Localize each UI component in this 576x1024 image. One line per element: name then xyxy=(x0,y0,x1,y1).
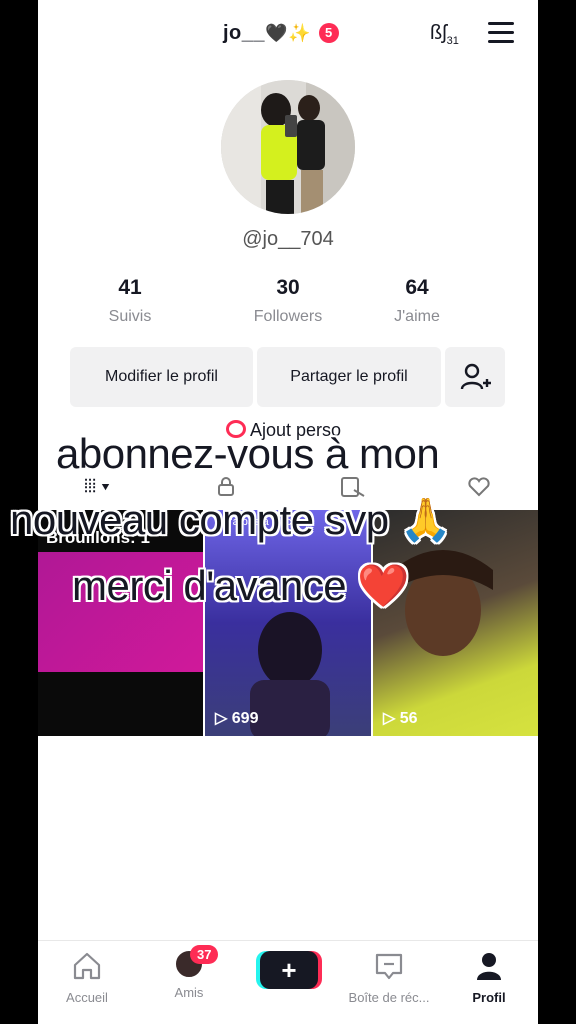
nav-home-label: Accueil xyxy=(66,990,108,1005)
drafts-tile[interactable]: Brouillons: 1 xyxy=(38,510,203,736)
person-icon xyxy=(477,953,501,980)
nav-profile[interactable]: Profil xyxy=(444,951,534,1005)
stat-likes-value: 64 xyxy=(405,276,429,299)
stat-likes-label: J'aime xyxy=(394,308,440,325)
profile-screen: jo__🖤✨ 5 ßʃ31 @jo__704 41 Suivis 30 Foll… xyxy=(38,0,538,1024)
play-icon: ▷ xyxy=(215,710,228,727)
username-button[interactable]: jo__🖤✨ 5 xyxy=(223,22,339,45)
video-tile[interactable]: y'a pas à discuter ▷ 699 xyxy=(205,510,371,736)
video-thumbnail xyxy=(393,550,493,656)
create-button[interactable]: + xyxy=(260,951,318,989)
video-tile[interactable]: ▷ 56 xyxy=(373,510,538,736)
stat-followers-value: 30 xyxy=(276,276,300,299)
nav-inbox[interactable]: Boîte de réc... xyxy=(344,951,434,1005)
add-bio-link[interactable]: Ajout perso xyxy=(250,420,341,441)
account-notification-badge: 5 xyxy=(318,23,339,43)
friends-badge: 37 xyxy=(190,945,219,964)
add-friend-button[interactable] xyxy=(445,347,505,407)
tab-liked[interactable] xyxy=(466,476,492,503)
share-profile-button[interactable]: Partager le profil xyxy=(257,347,441,407)
username-emojis: 🖤✨ xyxy=(265,23,311,43)
drafts-label: Brouillons: 1 xyxy=(46,528,150,547)
nav-home[interactable]: Accueil xyxy=(42,951,132,1005)
stat-following[interactable]: 41 Suivis xyxy=(75,276,185,326)
nav-inbox-label: Boîte de réc... xyxy=(348,990,430,1005)
username-text: jo__ xyxy=(223,22,266,44)
lock-icon xyxy=(218,477,234,496)
view-count: ▷ 56 xyxy=(383,708,418,728)
stat-followers-label: Followers xyxy=(253,308,323,325)
inbox-icon xyxy=(375,953,403,980)
bottom-navigation: Accueil Amis 37 + Boîte de réc... Profil xyxy=(38,940,538,1024)
creator-tools-glyph: ßʃ xyxy=(430,22,447,44)
stat-likes[interactable]: 64 J'aime xyxy=(362,276,472,326)
view-count: ▷ 699 xyxy=(215,708,258,728)
grid-icon: ⦙⦙⦙ xyxy=(84,476,97,496)
repost-hidden-icon xyxy=(341,477,365,497)
add-bio-icon xyxy=(226,420,246,438)
heart-hidden-icon xyxy=(468,477,490,497)
profile-handle: @jo__704 xyxy=(242,228,334,250)
profile-tabs: ⦙⦙⦙ ▾ xyxy=(38,476,538,506)
top-bar: jo__🖤✨ 5 ßʃ31 xyxy=(38,14,538,54)
video-caption: y'a pas à discuter xyxy=(225,516,311,528)
video-thumbnail xyxy=(250,612,330,736)
edit-profile-button[interactable]: Modifier le profil xyxy=(70,347,253,407)
stat-following-value: 41 xyxy=(118,276,142,299)
nav-friends-label: Amis xyxy=(174,985,204,1000)
creator-tools-icon[interactable]: ßʃ31 xyxy=(430,22,459,47)
stat-following-label: Suivis xyxy=(108,308,152,325)
tab-videos[interactable]: ⦙⦙⦙ ▾ xyxy=(84,476,110,497)
play-icon: ▷ xyxy=(383,710,396,727)
home-icon xyxy=(73,952,101,980)
view-count-value: 699 xyxy=(231,710,259,727)
nav-profile-label: Profil xyxy=(472,990,506,1005)
stat-followers[interactable]: 30 Followers xyxy=(233,276,343,326)
video-grid: Brouillons: 1 y'a pas à discuter ▷ 699 ▷… xyxy=(38,510,538,736)
creator-tools-count: 31 xyxy=(446,35,459,47)
profile-avatar[interactable] xyxy=(221,80,355,214)
draft-thumbnail xyxy=(38,552,203,672)
tab-private[interactable] xyxy=(216,476,236,501)
chevron-down-icon: ▾ xyxy=(101,476,110,496)
view-count-value: 56 xyxy=(399,710,418,727)
add-user-icon xyxy=(460,363,491,390)
tab-reposts[interactable] xyxy=(340,476,366,503)
menu-icon[interactable] xyxy=(488,22,514,44)
